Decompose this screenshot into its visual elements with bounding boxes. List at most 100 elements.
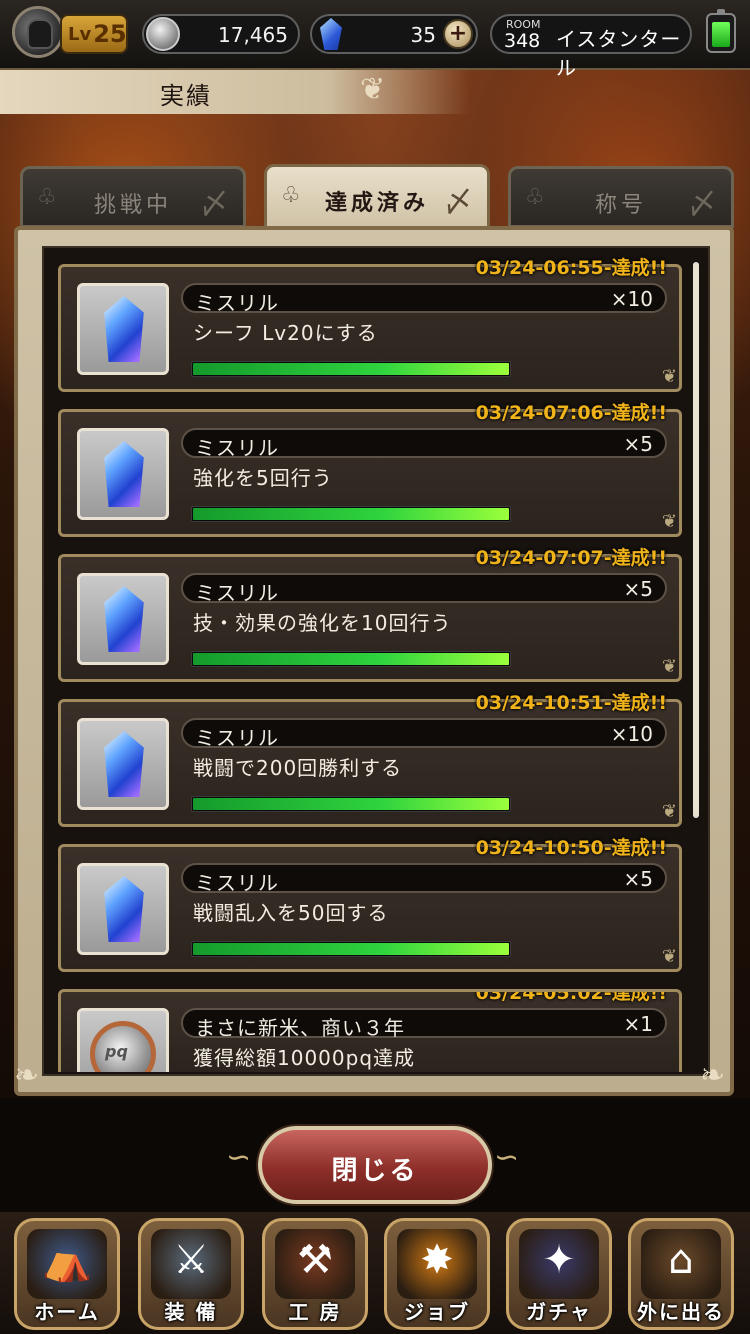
reward-name-bar: ミスリル ×5 [181, 863, 667, 895]
achievement-row[interactable]: 03/24-05:02-達成!! pq まさに新米、商い３年 ×1 獲得総額10000p… [58, 989, 682, 1072]
reward-quantity: ×5 [623, 577, 653, 601]
achievement-description: 獲得総額10000pq達成 [193, 1046, 416, 1070]
room-number: 348 [504, 30, 541, 52]
battery-icon [706, 9, 736, 53]
progress-bar [191, 941, 511, 957]
add-crystal-button[interactable]: + [443, 19, 473, 49]
achieved-date: 03/24-07:06-達成!! [475, 402, 667, 424]
close-flourish-right-icon: ∽ [494, 1140, 520, 1175]
mithril-crystal-icon [104, 586, 144, 652]
coin-value: 17,465 [218, 23, 288, 47]
nav-label: 外に出る [637, 1300, 725, 1324]
feather-icon: 〆 [687, 187, 717, 222]
achievement-description: 強化を5回行う [193, 466, 333, 490]
nav-exit-door[interactable]: ⌂ 外に出る [628, 1218, 734, 1330]
progress-bar [191, 796, 511, 812]
reward-name-bar: ミスリル ×5 [181, 573, 667, 605]
header-flourish-icon: ❦ [360, 72, 386, 107]
level-value: 25 [93, 20, 127, 48]
reward-quantity: ×10 [610, 287, 653, 311]
gacha-weapons-icon: ✦ [542, 1237, 576, 1283]
close-button[interactable]: 閉じる [258, 1126, 492, 1204]
reward-icon-frame [77, 863, 169, 955]
achievement-row[interactable]: 03/24-10:50-達成!! ミスリル ×5 戦闘乱入を50回する ❦ [58, 837, 682, 972]
nav-label: 工 房 [288, 1300, 342, 1324]
mithril-crystal-icon [104, 876, 144, 942]
achievement-description: シーフ Lv20にする [193, 321, 378, 345]
coin-counter: 17,465 [142, 14, 300, 54]
reward-icon-frame [77, 573, 169, 665]
progress-fill [193, 943, 509, 955]
close-flourish-left-icon: ∽ [226, 1140, 252, 1175]
reward-icon-frame: pq [77, 1008, 169, 1072]
achievement-row[interactable]: 03/24-06:55-達成!! ミスリル ×10 シーフ Lv20にする ❦ [58, 257, 682, 392]
reward-name: ミスリル [195, 726, 279, 750]
row-corner-ornament-icon: ❦ [661, 511, 677, 532]
feather-icon: 〆 [443, 185, 473, 220]
reward-icon-frame [77, 428, 169, 520]
reward-name-bar: ミスリル ×5 [181, 428, 667, 460]
reward-name: ミスリル [195, 436, 279, 460]
progress-fill [193, 508, 509, 520]
reward-quantity: ×10 [610, 722, 653, 746]
reward-icon-frame [77, 718, 169, 810]
corner-ornament-icon: ❧ [700, 1058, 726, 1093]
reward-name: まさに新米、商い３年 [195, 1016, 405, 1040]
silver-medal-icon: pq [90, 1021, 156, 1072]
achievement-row[interactable]: 03/24-07:06-達成!! ミスリル ×5 強化を5回行う ❦ [58, 402, 682, 537]
helmet-icon [27, 19, 53, 49]
achieved-date: 03/24-10:50-達成!! [475, 837, 667, 859]
achieved-date: 03/24-10:51-達成!! [475, 692, 667, 714]
nav-job-emblem[interactable]: ✸ ジョブ [384, 1218, 490, 1330]
crystal-value: 35 [410, 23, 436, 47]
nav-label: 装 備 [164, 1300, 218, 1324]
mithril-crystal-icon [104, 441, 144, 507]
tab-titles[interactable]: ♧ 称号 〆 [508, 166, 734, 228]
room-indicator: ROOM 348 イスタンタール [490, 14, 692, 80]
achieved-date: 03/24-06:55-達成!! [475, 257, 667, 279]
reward-icon-frame [77, 283, 169, 375]
exit-door-icon: ⌂ [668, 1237, 694, 1283]
progress-fill [193, 798, 509, 810]
reward-name: ミスリル [195, 291, 279, 315]
progress-fill [193, 363, 509, 375]
status-bar: Lv 25 17,465 35 + ROOM 348 イスタンタール [0, 0, 750, 80]
crystal-counter: 35 + [310, 14, 478, 54]
reward-quantity: ×1 [623, 1012, 653, 1036]
row-corner-ornament-icon: ❦ [661, 656, 677, 677]
crystal-icon [320, 18, 342, 50]
mithril-crystal-icon [104, 296, 144, 362]
tab-in-progress[interactable]: ♧ 挑戦中 〆 [20, 166, 246, 228]
nav-label: ホーム [34, 1300, 100, 1324]
achievement-description: 戦闘で200回勝利する [193, 756, 403, 780]
nav-gacha-weapons[interactable]: ✦ ガチャ [506, 1218, 612, 1330]
achievement-row[interactable]: 03/24-07:07-達成!! ミスリル ×5 技・効果の強化を10回行う ❦ [58, 547, 682, 682]
nav-label: ガチャ [526, 1300, 592, 1324]
achievement-description: 戦闘乱入を50回する [193, 901, 389, 925]
row-corner-ornament-icon: ❦ [661, 366, 677, 387]
player-avatar[interactable] [12, 6, 64, 58]
feather-icon: 〆 [199, 187, 229, 222]
nav-equipment-sword[interactable]: ⚔ 装 備 [138, 1218, 244, 1330]
row-corner-ornament-icon: ❦ [661, 946, 677, 967]
workshop-forge-icon: ⚒ [297, 1237, 333, 1283]
home-tent-icon: ⛺ [42, 1238, 92, 1284]
nav-workshop-forge[interactable]: ⚒ 工 房 [262, 1218, 368, 1330]
coin-icon [146, 17, 180, 51]
progress-bar [191, 361, 511, 377]
page-title: 実績 [160, 82, 212, 110]
equipment-sword-icon: ⚔ [173, 1237, 209, 1283]
reward-quantity: ×5 [623, 432, 653, 456]
reward-name-bar: ミスリル ×10 [181, 718, 667, 750]
row-corner-ornament-icon: ❦ [661, 801, 677, 822]
list-scrollbar[interactable] [693, 262, 699, 818]
progress-bar [191, 651, 511, 667]
corner-ornament-icon: ❧ [14, 1058, 40, 1093]
tab-completed[interactable]: ♧ 達成済み 〆 [264, 164, 490, 230]
achievement-row[interactable]: 03/24-10:51-達成!! ミスリル ×10 戦闘で200回勝利する ❦ [58, 692, 682, 827]
nav-label: ジョブ [404, 1300, 470, 1324]
level-badge: Lv 25 [60, 14, 128, 54]
reward-name: ミスリル [195, 581, 279, 605]
nav-home-tent[interactable]: ⛺ ホーム [14, 1218, 120, 1330]
mithril-crystal-icon [104, 731, 144, 797]
